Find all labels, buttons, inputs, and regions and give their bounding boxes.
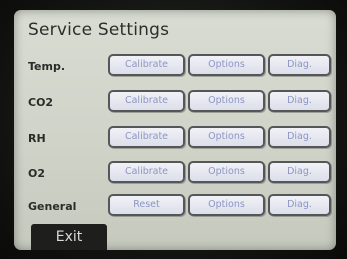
general-options-button[interactable]: Options	[188, 194, 265, 216]
temp-diag-button[interactable]: Diag.	[268, 54, 331, 76]
co2-calibrate-button[interactable]: Calibrate	[108, 90, 185, 112]
general-diag-button[interactable]: Diag.	[268, 194, 331, 216]
co2-diag-button[interactable]: Diag.	[268, 90, 331, 112]
row-label-o2: O2	[28, 167, 46, 180]
page-title: Service Settings	[28, 20, 170, 40]
temp-calibrate-button[interactable]: Calibrate	[108, 54, 185, 76]
general-reset-button[interactable]: Reset	[108, 194, 185, 216]
row-label-temp: Temp.	[28, 60, 66, 73]
o2-diag-button[interactable]: Diag.	[268, 161, 331, 183]
o2-options-button[interactable]: Options	[188, 161, 265, 183]
device-bezel: Service Settings Temp. Calibrate Options…	[0, 0, 347, 259]
exit-button[interactable]: Exit	[31, 224, 107, 250]
row-label-rh: RH	[28, 132, 46, 145]
o2-calibrate-button[interactable]: Calibrate	[108, 161, 185, 183]
row-label-co2: CO2	[28, 96, 54, 109]
rh-options-button[interactable]: Options	[188, 126, 265, 148]
rh-calibrate-button[interactable]: Calibrate	[108, 126, 185, 148]
rh-diag-button[interactable]: Diag.	[268, 126, 331, 148]
row-label-general: General	[28, 200, 77, 213]
temp-options-button[interactable]: Options	[188, 54, 265, 76]
co2-options-button[interactable]: Options	[188, 90, 265, 112]
touch-screen: Service Settings Temp. Calibrate Options…	[14, 10, 336, 250]
